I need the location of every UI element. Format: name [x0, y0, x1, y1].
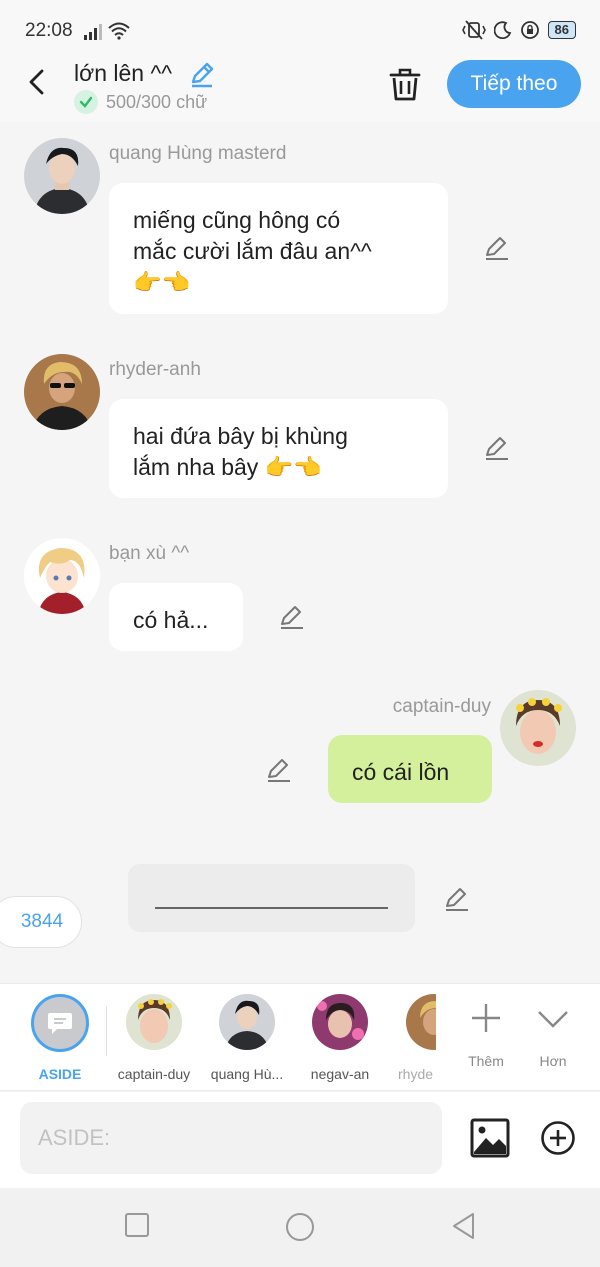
- avatar: [312, 994, 368, 1050]
- message-bubble[interactable]: có cái lồn: [328, 735, 492, 803]
- status-time: 22:08: [25, 20, 73, 41]
- avatar[interactable]: [24, 538, 100, 614]
- add-character-button[interactable]: Thêm: [456, 1000, 516, 1069]
- message-line: 👉👈: [133, 269, 191, 295]
- avatar[interactable]: [500, 690, 576, 766]
- draft-bubble[interactable]: [128, 864, 415, 932]
- moon-icon: [493, 21, 511, 39]
- divider: [106, 1006, 107, 1056]
- sender-name: rhyder-anh: [109, 359, 201, 380]
- avatar[interactable]: [24, 354, 100, 430]
- character-label: captain-duy: [117, 1066, 191, 1082]
- chat-bubble-icon: [31, 994, 89, 1052]
- add-circle-icon[interactable]: [540, 1120, 576, 1156]
- message-line: hai đứa bây bị khùng: [133, 423, 348, 449]
- character-negav-an[interactable]: negav-an: [295, 994, 385, 1082]
- lock-rotation-icon: [520, 21, 539, 39]
- vibrate-icon: [461, 20, 486, 40]
- message-bubble[interactable]: có hả...: [109, 583, 243, 651]
- edit-message-icon[interactable]: [443, 885, 471, 913]
- character-selector: ASIDE captain-duy quang Hù... negav-an r…: [0, 983, 600, 1091]
- app-header: lớn lên ^^ 500/300 chữ Tiếp theo: [0, 60, 600, 122]
- message-line: lắm nha bây 👉👈: [133, 454, 322, 480]
- next-button[interactable]: Tiếp theo: [447, 60, 581, 108]
- edit-message-icon[interactable]: [265, 756, 293, 784]
- more-button[interactable]: Hơn: [523, 1000, 583, 1069]
- story-title: lớn lên ^^: [74, 60, 173, 86]
- avatar[interactable]: [24, 138, 100, 214]
- message-line: mắc cười lắm đâu an^^: [133, 238, 372, 264]
- message-line: miếng cũng hông có: [133, 207, 341, 233]
- message-bubble[interactable]: miếng cũng hông có mắc cười lắm đâu an^^…: [109, 183, 448, 314]
- draft-placeholder-line: [155, 907, 388, 909]
- message-line: có hả...: [133, 607, 209, 633]
- avatar: [406, 994, 436, 1050]
- character-label: rhyde: [398, 1066, 434, 1082]
- edit-message-icon[interactable]: [483, 234, 511, 262]
- sender-name: captain-duy: [392, 696, 491, 717]
- chevron-down-icon: [538, 1011, 568, 1028]
- tool-label: Hơn: [539, 1053, 567, 1069]
- character-label: ASIDE: [38, 1066, 82, 1082]
- word-counter-badge[interactable]: 3844: [0, 896, 82, 948]
- message-bubble[interactable]: hai đứa bây bị khùng lắm nha bây 👉👈: [109, 399, 448, 498]
- avatar: [219, 994, 275, 1050]
- back-nav-icon[interactable]: [451, 1212, 477, 1240]
- back-arrow-icon[interactable]: [24, 68, 52, 96]
- status-bar: 22:08 86: [0, 0, 600, 60]
- edit-message-icon[interactable]: [278, 603, 306, 631]
- character-label: quang Hù...: [210, 1066, 284, 1082]
- signal-icon: [84, 24, 102, 40]
- edit-message-icon[interactable]: [483, 434, 511, 462]
- edit-title-icon[interactable]: [188, 60, 216, 88]
- character-rhyder[interactable]: rhyde: [388, 994, 436, 1082]
- tool-label: Thêm: [468, 1053, 504, 1069]
- trash-icon[interactable]: [388, 66, 422, 102]
- sender-name: quang Hùng masterd: [109, 143, 287, 164]
- battery-indicator: 86: [547, 21, 576, 39]
- recent-apps-icon[interactable]: [124, 1212, 150, 1238]
- message-line: có cái lồn: [352, 759, 450, 785]
- check-icon: [74, 90, 98, 114]
- compose-bar: [0, 1092, 600, 1188]
- character-captain-duy[interactable]: captain-duy: [109, 994, 199, 1082]
- character-quang-hung[interactable]: quang Hù...: [202, 994, 292, 1082]
- plus-icon: [472, 1004, 500, 1032]
- avatar: [126, 994, 182, 1050]
- system-nav-bar: [0, 1188, 600, 1267]
- char-count: 500/300 chữ: [106, 91, 208, 112]
- message-input[interactable]: [20, 1102, 442, 1174]
- home-icon[interactable]: [285, 1212, 315, 1242]
- character-aside[interactable]: ASIDE: [15, 994, 105, 1082]
- character-label: negav-an: [310, 1066, 370, 1082]
- wifi-icon: [108, 22, 130, 40]
- image-icon[interactable]: [470, 1118, 510, 1158]
- sender-name: bạn xù ^^: [109, 543, 190, 564]
